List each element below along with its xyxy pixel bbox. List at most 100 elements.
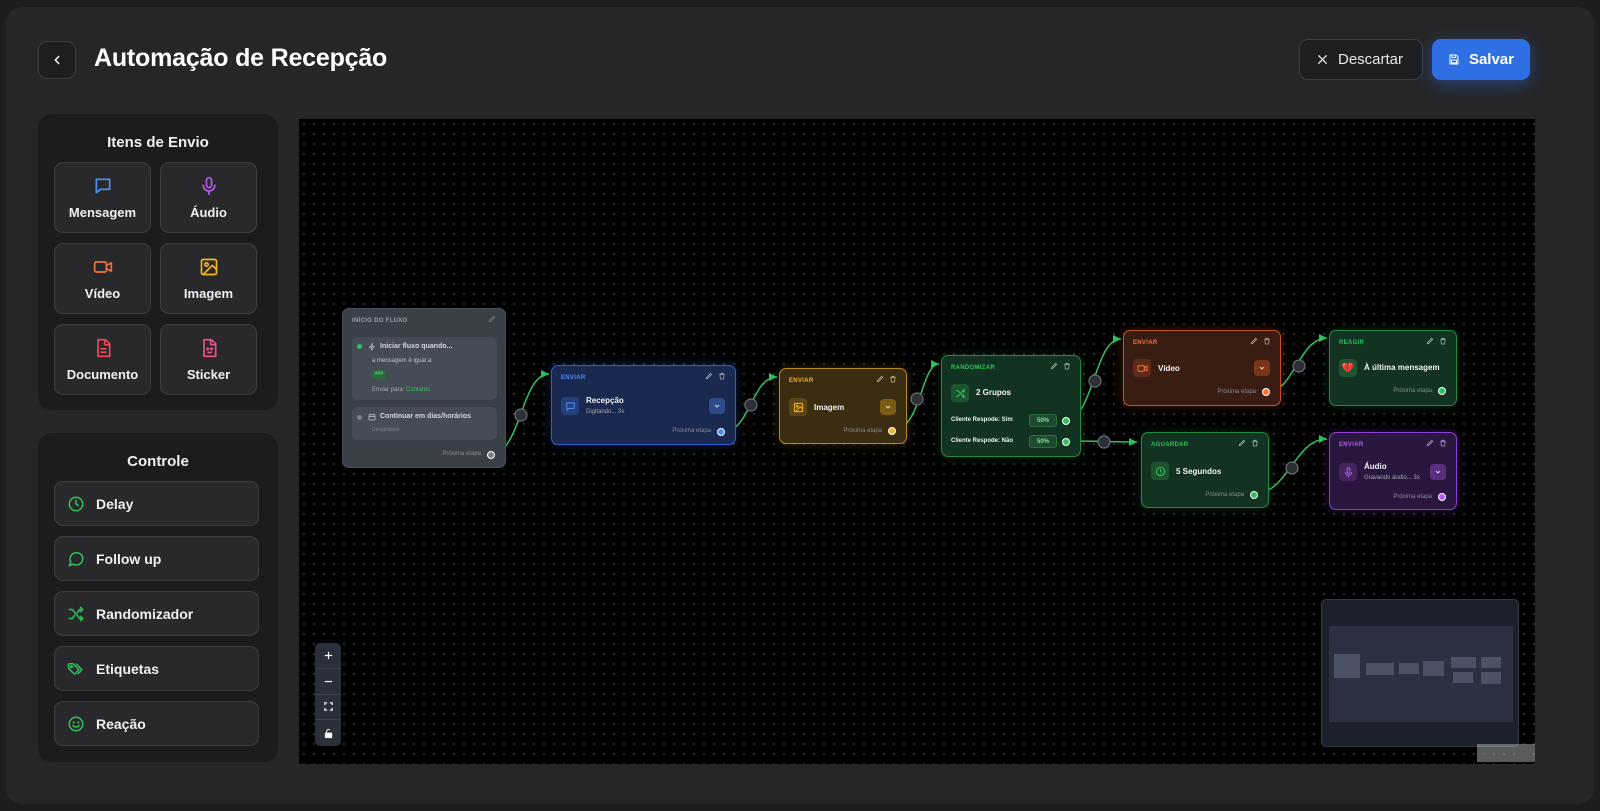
send-message-node[interactable]: ENVIAR Recepção Digitando... 3s Próxima … (551, 365, 736, 445)
edit-icon[interactable] (1238, 439, 1246, 447)
send-audio-node[interactable]: ENVIAR Áudio Gravando áudio... 3s Próxim… (1329, 432, 1457, 510)
next-step-label: Próxima etapa (1393, 494, 1432, 500)
edit-icon[interactable] (876, 375, 884, 383)
send-item-message[interactable]: Mensagem (54, 162, 151, 233)
control-item-tags[interactable]: Etiquetas (54, 646, 259, 691)
schedule-box[interactable]: Continuar em dias/horários Desabilitado (352, 407, 497, 440)
trash-icon[interactable] (1063, 362, 1071, 370)
arrowhead (769, 373, 777, 381)
group-percentage[interactable]: 50% (1029, 414, 1057, 427)
expand-button[interactable] (1254, 360, 1270, 376)
next-step-label: Próxima etapa (442, 451, 481, 457)
output-handle[interactable] (1062, 438, 1070, 446)
close-icon (1318, 55, 1327, 64)
send-video-node[interactable]: ENVIAR Vídeo Próxima etapa (1123, 330, 1281, 406)
automation-editor: Automação de Recepção Descartar Salvar I… (6, 7, 1594, 804)
send-item-video[interactable]: Vídeo (54, 243, 151, 314)
next-step-label: Próxima etapa (1205, 492, 1244, 498)
back-button[interactable] (38, 41, 76, 79)
output-handle[interactable] (1250, 491, 1258, 499)
edit-icon[interactable] (705, 372, 713, 380)
control-item-randomizer[interactable]: Randomizador (54, 591, 259, 636)
clock-icon (1151, 462, 1169, 480)
send-item-sticker[interactable]: Sticker (160, 324, 257, 395)
clock-icon (68, 496, 84, 511)
message-icon (95, 178, 110, 193)
trash-icon[interactable] (1251, 439, 1259, 447)
react-flow-attribution[interactable]: React Flow (1477, 744, 1535, 762)
control-item-label: Follow up (96, 550, 162, 567)
trash-icon[interactable] (1263, 337, 1271, 345)
minimap-node (1453, 672, 1473, 683)
minimap-node (1423, 661, 1444, 676)
zoom-out-icon (324, 680, 332, 682)
control-item-label: Randomizador (96, 605, 194, 622)
control-item-reaction[interactable]: Reação (54, 701, 259, 746)
zoom-out-button[interactable] (315, 669, 341, 695)
lock-icon (324, 728, 332, 738)
discard-button[interactable]: Descartar (1299, 39, 1423, 80)
image-icon (789, 398, 807, 416)
react-node[interactable]: REAGIR 💔 À última mensagem Próxima etapa (1329, 330, 1457, 406)
control-item-follow-up[interactable]: Follow up (54, 536, 259, 581)
schedule-title: Continuar em dias/horários (380, 413, 472, 420)
trash-icon[interactable] (1439, 439, 1447, 447)
send-item-label: Vídeo (84, 285, 121, 301)
output-handle[interactable] (1438, 493, 1446, 501)
edit-icon[interactable] (488, 315, 496, 323)
fit-view-button[interactable] (315, 695, 341, 721)
next-step-label: Próxima etapa (672, 428, 711, 434)
output-handle[interactable] (487, 451, 495, 459)
node-title: Vídeo (1158, 364, 1180, 373)
send-item-label: Documento (66, 366, 139, 382)
mic-icon (1339, 463, 1357, 481)
send-item-audio[interactable]: Áudio (160, 162, 257, 233)
node-title: Áudio (1364, 462, 1387, 471)
sticker-icon (202, 338, 216, 357)
send-item-image[interactable]: Imagem (160, 243, 257, 314)
send-image-node[interactable]: ENVIAR Imagem Próxima etapa (779, 368, 907, 444)
control-item-delay[interactable]: Delay (54, 481, 259, 526)
output-handle[interactable] (888, 427, 896, 435)
minimap[interactable] (1321, 599, 1519, 747)
output-handle[interactable] (1438, 387, 1446, 395)
tags-icon (67, 662, 83, 675)
save-button[interactable]: Salvar (1432, 39, 1530, 80)
edit-icon[interactable] (1426, 439, 1434, 447)
output-handle[interactable] (1062, 417, 1070, 425)
flow-start-node[interactable]: INÍCIO DO FLUXO Iniciar fluxo quando... … (342, 308, 506, 468)
edit-icon[interactable] (1050, 362, 1058, 370)
group-percentage[interactable]: 50% (1029, 435, 1057, 448)
trash-icon[interactable] (718, 372, 726, 380)
zoom-in-button[interactable] (315, 643, 341, 669)
video-icon (1133, 359, 1151, 377)
node-label: ENVIAR (561, 375, 586, 381)
trigger-box[interactable]: Iniciar fluxo quando... a mensagem é igu… (352, 337, 497, 400)
edit-icon[interactable] (1250, 337, 1258, 345)
expand-button[interactable] (880, 399, 896, 415)
output-handle[interactable] (1262, 388, 1270, 396)
trash-icon[interactable] (1439, 337, 1447, 345)
save-icon (1449, 54, 1459, 65)
minimap-node (1399, 663, 1419, 674)
trigger-condition: a mensagem é igual a: (372, 358, 433, 364)
arrowhead (1129, 438, 1137, 446)
arrowhead (1319, 435, 1327, 443)
edit-icon[interactable] (1426, 337, 1434, 345)
send-item-label: Áudio (190, 204, 227, 220)
lock-button[interactable] (315, 720, 341, 746)
output-handle[interactable] (717, 428, 725, 436)
wait-node[interactable]: AGUARDAR 5 Segundos Próxima etapa (1141, 432, 1269, 508)
flow-canvas[interactable]: INÍCIO DO FLUXO Iniciar fluxo quando... … (299, 119, 1535, 764)
control-item-label: Reação (96, 715, 146, 732)
send-item-label: Mensagem (68, 204, 137, 220)
send-item-document[interactable]: Documento (54, 324, 151, 395)
randomizer-node[interactable]: RANDOMIZAR 2 Grupos Cliente Respode: Sim… (941, 355, 1081, 457)
edge-button (1097, 435, 1111, 449)
expand-button[interactable] (709, 398, 725, 414)
trash-icon[interactable] (889, 375, 897, 383)
expand-button[interactable] (1430, 464, 1446, 480)
control-title: Controle (127, 453, 189, 470)
node-title: 5 Segundos (1176, 467, 1222, 476)
control-item-label: Etiquetas (96, 660, 160, 677)
